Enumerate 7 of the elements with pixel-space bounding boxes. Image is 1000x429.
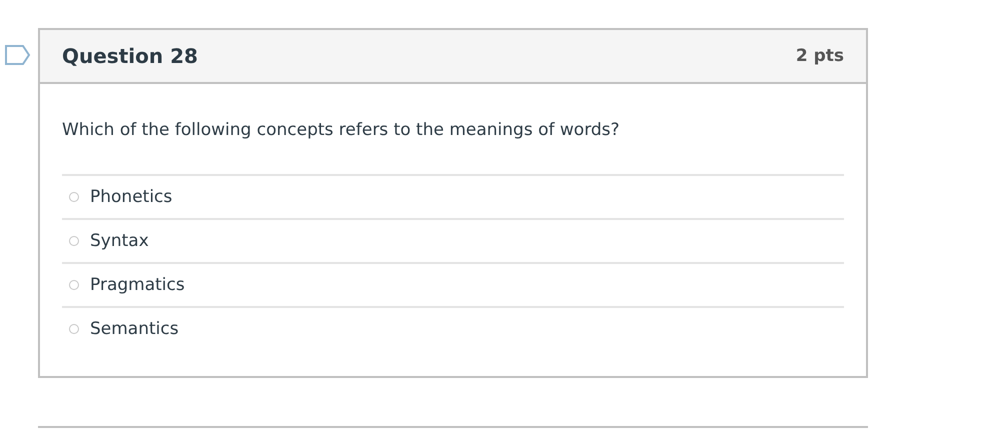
answer-option[interactable]: Phonetics: [90, 187, 172, 207]
answer-option[interactable]: Pragmatics: [90, 275, 185, 295]
question-title: Question 28: [62, 44, 198, 68]
points-label: 2 pts: [796, 46, 844, 66]
question-text: Which of the following concepts refers to the meanings of words?: [62, 120, 621, 140]
answer-option[interactable]: Semantics: [90, 319, 179, 339]
answer-option[interactable]: Syntax: [90, 231, 149, 251]
